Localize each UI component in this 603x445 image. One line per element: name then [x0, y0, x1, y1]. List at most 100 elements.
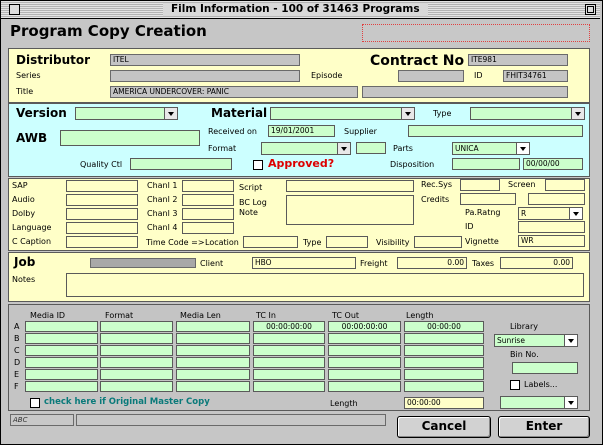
media-cell[interactable] — [176, 321, 250, 332]
media-cell[interactable] — [100, 333, 173, 344]
media-cell[interactable] — [25, 321, 98, 332]
supplier-field[interactable] — [408, 125, 583, 137]
media-cell[interactable] — [100, 369, 173, 380]
id-field[interactable]: FHIT34761 — [503, 70, 568, 82]
media-cell[interactable] — [25, 381, 98, 392]
freight-field[interactable]: 0.00 — [397, 257, 467, 269]
media-cell[interactable]: 00:00:00 — [404, 321, 484, 332]
distributor-field[interactable]: ITEL — [110, 54, 300, 66]
media-cell[interactable] — [253, 369, 325, 380]
vignette-field[interactable]: WR — [518, 235, 585, 247]
media-cell[interactable] — [100, 357, 173, 368]
parating-value: R — [521, 209, 527, 218]
chanl4-label: Chanl 4 — [147, 223, 178, 232]
media-cell[interactable] — [25, 345, 98, 356]
format-extra-field[interactable] — [356, 142, 386, 154]
tech-id-field[interactable] — [518, 221, 585, 233]
episode-field[interactable] — [398, 70, 464, 82]
recsys-field[interactable] — [460, 179, 500, 191]
language-field[interactable] — [66, 222, 138, 234]
credits-extra-field[interactable] — [528, 193, 585, 205]
received-field[interactable]: 19/01/2001 — [268, 125, 335, 137]
original-master-checkbox[interactable] — [30, 398, 40, 408]
labels-dropdown[interactable] — [500, 396, 578, 409]
format-dropdown[interactable] — [261, 142, 351, 155]
location-field[interactable] — [243, 236, 298, 248]
media-cell[interactable] — [404, 381, 484, 392]
chanl1-field[interactable] — [182, 180, 234, 192]
media-cell[interactable]: 00:00:00:00 — [253, 321, 325, 332]
awb-field[interactable] — [60, 130, 200, 146]
media-cell[interactable] — [25, 357, 98, 368]
media-cell[interactable] — [176, 357, 250, 368]
series-field[interactable] — [110, 70, 300, 82]
chanl3-field[interactable] — [182, 208, 234, 220]
tc-type-field[interactable] — [326, 236, 368, 248]
title-field[interactable]: AMERICA UNDERCOVER: PANIC — [110, 86, 358, 98]
visibility-field[interactable] — [414, 236, 462, 248]
media-cell[interactable] — [25, 369, 98, 380]
material-dropdown[interactable] — [270, 107, 415, 120]
close-box[interactable] — [9, 4, 20, 15]
enter-button[interactable]: Enter — [498, 416, 590, 438]
parating-dropdown[interactable]: R — [518, 207, 583, 220]
media-cell[interactable] — [25, 333, 98, 344]
client-field[interactable]: HBO — [252, 257, 356, 269]
disposition-field[interactable] — [452, 158, 520, 170]
media-cell[interactable] — [404, 357, 484, 368]
notes-field[interactable] — [66, 273, 584, 297]
credits-field[interactable] — [460, 193, 516, 205]
title-extra-field[interactable] — [362, 86, 568, 98]
parts-dropdown[interactable]: UNICA — [452, 142, 530, 155]
media-cell[interactable] — [253, 333, 325, 344]
media-cell[interactable] — [328, 357, 401, 368]
media-cell[interactable] — [176, 369, 250, 380]
media-cell[interactable] — [328, 381, 401, 392]
audio-field[interactable] — [66, 194, 138, 206]
note-field[interactable] — [286, 195, 414, 225]
media-cell[interactable] — [253, 381, 325, 392]
media-cell[interactable] — [100, 345, 173, 356]
script-field[interactable] — [286, 180, 414, 192]
chanl2-field[interactable] — [182, 194, 234, 206]
visibility-label: Visibility — [376, 238, 410, 247]
type-dropdown[interactable] — [470, 107, 585, 120]
media-cell[interactable] — [328, 369, 401, 380]
length-total-field[interactable]: 00:00:00 — [404, 397, 484, 409]
zoom-box[interactable] — [585, 4, 596, 15]
screen-field[interactable] — [545, 179, 585, 191]
dolby-field[interactable] — [66, 208, 138, 220]
media-cell[interactable] — [404, 333, 484, 344]
media-cell[interactable] — [100, 321, 173, 332]
quality-field[interactable] — [130, 158, 232, 170]
media-cell[interactable] — [328, 333, 401, 344]
media-cell[interactable] — [404, 369, 484, 380]
media-cell[interactable] — [253, 345, 325, 356]
version-dropdown[interactable] — [75, 107, 178, 120]
contract-field[interactable]: ITE981 — [468, 54, 568, 66]
title-bar[interactable]: Film Information - 100 of 31463 Programs — [1, 1, 600, 19]
ccaption-field[interactable] — [66, 236, 138, 248]
job-label: Job — [14, 255, 36, 269]
taxes-field[interactable]: 0.00 — [500, 257, 573, 269]
labels-checkbox[interactable] — [510, 380, 520, 390]
language-label: Language — [12, 223, 52, 232]
media-cell[interactable]: 00:00:00:00 — [328, 321, 401, 332]
contract-label: Contract No — [370, 53, 465, 69]
status-bar — [76, 414, 386, 426]
library-dropdown[interactable]: Sunrise — [494, 334, 578, 347]
media-cell[interactable] — [176, 345, 250, 356]
media-cell[interactable] — [328, 345, 401, 356]
media-cell[interactable] — [176, 333, 250, 344]
media-cell[interactable] — [176, 381, 250, 392]
media-cell[interactable] — [100, 381, 173, 392]
media-cell[interactable] — [253, 357, 325, 368]
binno-field[interactable] — [512, 362, 578, 374]
media-cell[interactable] — [404, 345, 484, 356]
length-label: Length — [330, 399, 358, 408]
cancel-button[interactable]: Cancel — [397, 416, 491, 438]
disposition-date-field[interactable]: 00/00/00 — [523, 158, 583, 170]
approved-checkbox[interactable] — [253, 160, 263, 170]
chanl4-field[interactable] — [182, 222, 234, 234]
sap-field[interactable] — [66, 180, 138, 192]
